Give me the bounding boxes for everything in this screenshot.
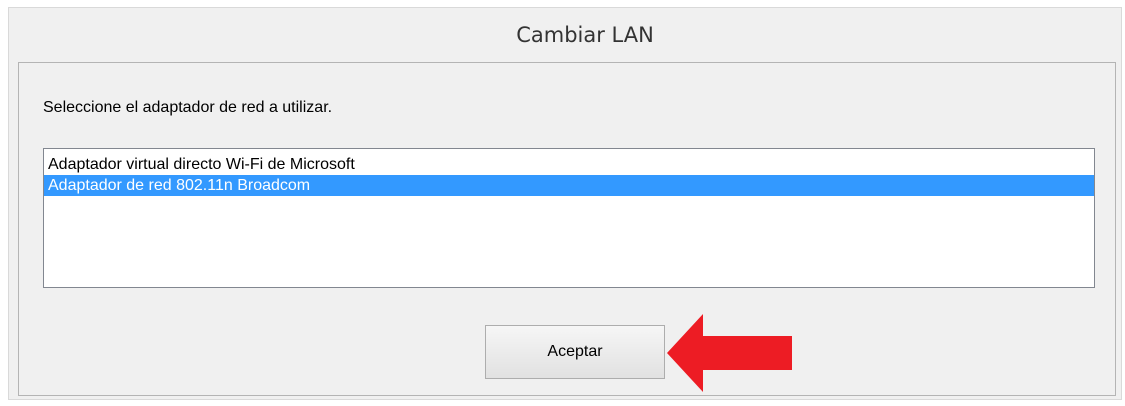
- content-panel: Seleccione el adaptador de red a utiliza…: [18, 62, 1116, 396]
- list-item-adapter-broadcom[interactable]: Adaptador de red 802.11n Broadcom: [44, 175, 1094, 196]
- change-lan-dialog: Cambiar LAN Seleccione el adaptador de r…: [8, 7, 1122, 400]
- left-arrow-icon: [667, 314, 792, 392]
- title-bar: Cambiar LAN: [9, 8, 1121, 61]
- dialog-title: Cambiar LAN: [516, 22, 654, 47]
- prompt-label: Seleccione el adaptador de red a utiliza…: [43, 99, 333, 116]
- network-adapter-list[interactable]: Adaptador virtual directo Wi-Fi de Micro…: [43, 148, 1095, 288]
- ok-button[interactable]: Aceptar: [485, 325, 665, 379]
- list-item-adapter-wifi-direct[interactable]: Adaptador virtual directo Wi-Fi de Micro…: [44, 154, 1094, 175]
